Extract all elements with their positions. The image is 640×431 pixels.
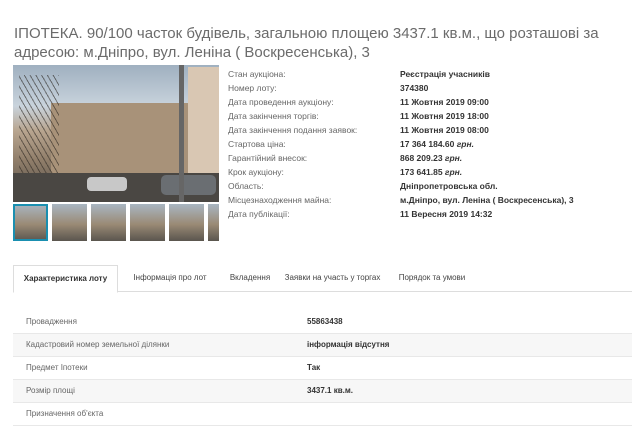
- thumbnail-4[interactable]: [130, 204, 165, 241]
- tab-applications[interactable]: Заявки на участь у торгах: [279, 265, 386, 291]
- lot-title: ІПОТЕКА. 90/100 часток будівель, загальн…: [14, 25, 599, 61]
- detail-start-price: Стартова ціна: 17 364 184.60 грн.: [228, 139, 474, 149]
- detail-application-end: Дата закінчення подання заявок: 11 Жовтн…: [228, 125, 489, 135]
- table-row: Кадастровий номер земельної ділянки інфо…: [13, 334, 632, 357]
- thumbnail-2[interactable]: [52, 204, 87, 241]
- detail-guarantee-fee: Гарантійний внесок: 868 209.23 грн.: [228, 153, 463, 163]
- thumbnail-1[interactable]: [13, 204, 48, 241]
- table-row: Призначення об'єкта: [13, 403, 632, 426]
- thumbnail-5[interactable]: [169, 204, 204, 241]
- thumbnail-3[interactable]: [91, 204, 126, 241]
- detail-location: Місцезнаходження майна: м.Дніпро, вул. Л…: [228, 195, 574, 205]
- tab-attachments[interactable]: Вкладення: [221, 265, 279, 291]
- tab-lot-characteristics[interactable]: Характеристика лоту: [13, 265, 118, 293]
- photo-thumbnails: [13, 204, 219, 241]
- detail-auction-status: Стан аукціона: Реєстрація учасників: [228, 69, 490, 79]
- detail-lot-number: Номер лоту: 374380: [228, 83, 429, 93]
- tab-lot-info[interactable]: Інформація про лот: [119, 265, 221, 291]
- tab-terms[interactable]: Порядок та умови: [386, 265, 478, 291]
- table-row: Провадження 55863438: [13, 311, 632, 334]
- main-photo[interactable]: [13, 65, 219, 202]
- detail-region: Область: Дніпропетровська обл.: [228, 181, 498, 191]
- detail-trading-end: Дата закінчення торгів: 11 Жовтня 2019 1…: [228, 111, 489, 121]
- thumbnail-6[interactable]: [208, 204, 219, 241]
- detail-publication-date: Дата публікації: 11 Вересня 2019 14:32: [228, 209, 493, 219]
- table-row: Предмет Іпотеки Так: [13, 357, 632, 380]
- detail-auction-step: Крок аукціону: 173 641.85 грн.: [228, 167, 463, 177]
- detail-auction-date: Дата проведення аукціону: 11 Жовтня 2019…: [228, 97, 489, 107]
- lot-tabs: Характеристика лоту Інформація про лот В…: [13, 265, 632, 293]
- table-row: Розмір площі 3437.1 кв.м.: [13, 380, 632, 403]
